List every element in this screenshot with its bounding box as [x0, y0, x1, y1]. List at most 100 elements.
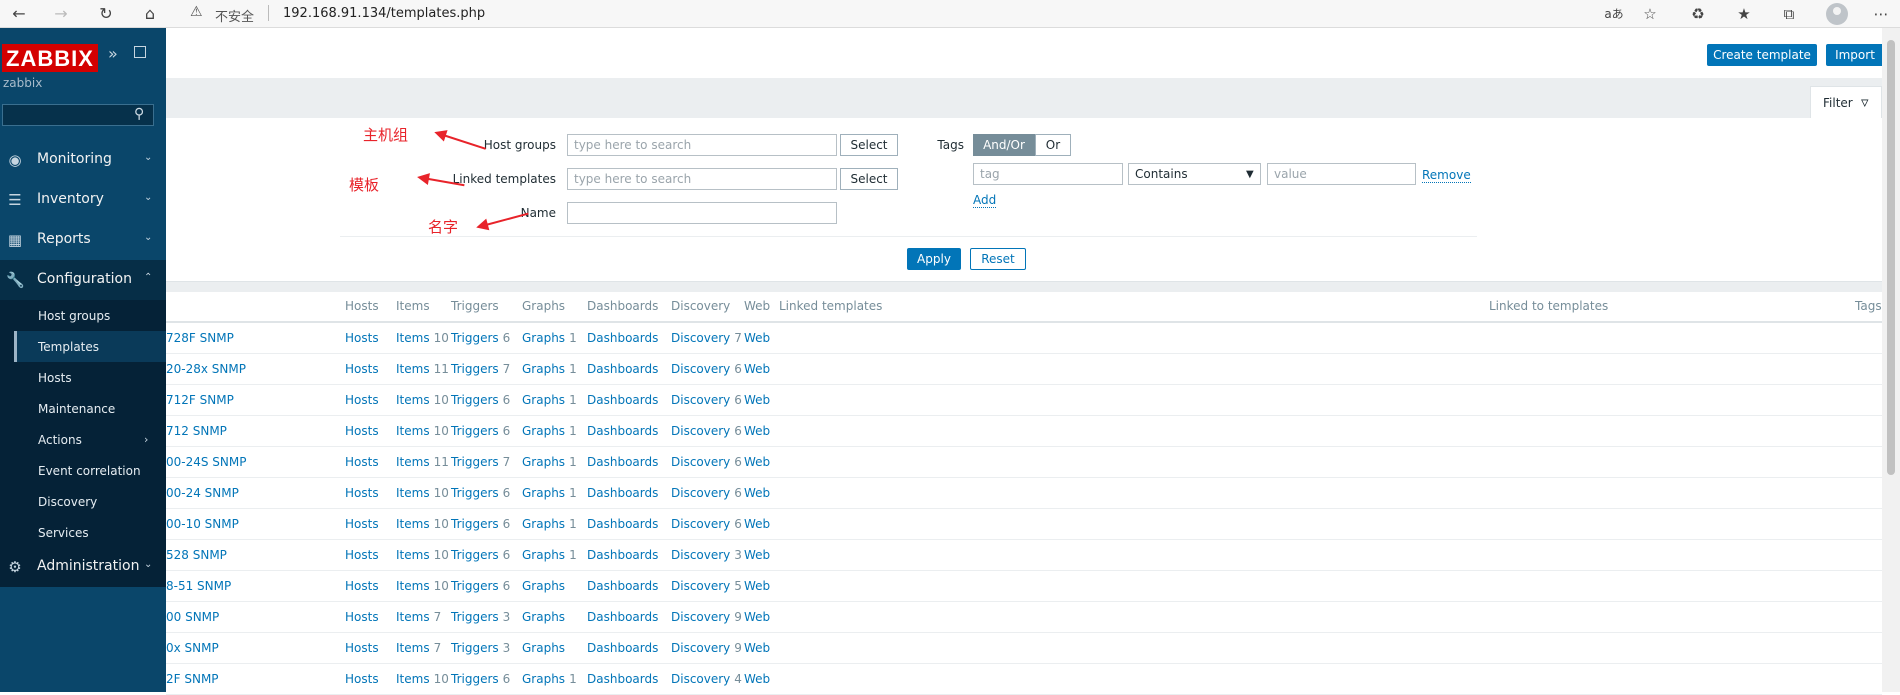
- cell-hosts-link[interactable]: Hosts: [345, 393, 379, 407]
- zabbix-logo[interactable]: ZABBIX: [2, 44, 98, 72]
- cell-triggers-link[interactable]: Triggers 6: [451, 393, 510, 407]
- cell-triggers-link[interactable]: Triggers 6: [451, 548, 510, 562]
- kiosk-mode-icon[interactable]: [134, 46, 146, 58]
- search-icon[interactable]: ⚲: [134, 106, 144, 122]
- submenu-services[interactable]: Services: [14, 517, 166, 548]
- menu-administration[interactable]: ⚙ Administration ⌄: [0, 547, 166, 587]
- back-icon[interactable]: ←: [8, 4, 30, 24]
- linked-templates-select-button[interactable]: Select: [840, 168, 898, 190]
- cell-items-link[interactable]: Items 10: [396, 517, 449, 531]
- cell-name-link[interactable]: 00-10 SNMP: [166, 517, 239, 531]
- cell-items-link[interactable]: Items 7: [396, 641, 441, 655]
- cell-name-link[interactable]: 712F SNMP: [166, 393, 234, 407]
- cell-hosts-link[interactable]: Hosts: [345, 641, 379, 655]
- cell-graphs-link[interactable]: Graphs 1: [522, 455, 577, 469]
- forward-icon[interactable]: →: [50, 4, 72, 24]
- cell-dashboards-link[interactable]: Dashboards: [587, 455, 658, 469]
- cell-web-link[interactable]: Web: [744, 393, 770, 407]
- scrollbar-thumb[interactable]: [1887, 40, 1895, 475]
- cell-triggers-link[interactable]: Triggers 3: [451, 610, 510, 624]
- cell-hosts-link[interactable]: Hosts: [345, 362, 379, 376]
- cell-hosts-link[interactable]: Hosts: [345, 548, 379, 562]
- cell-discovery-link[interactable]: Discovery 3: [671, 548, 742, 562]
- cell-triggers-link[interactable]: Triggers 3: [451, 641, 510, 655]
- cell-hosts-link[interactable]: Hosts: [345, 579, 379, 593]
- cell-web-link[interactable]: Web: [744, 362, 770, 376]
- cell-dashboards-link[interactable]: Dashboards: [587, 424, 658, 438]
- menu-monitoring[interactable]: ◉ Monitoring ⌄: [0, 140, 166, 180]
- import-button[interactable]: Import: [1826, 44, 1884, 66]
- cell-graphs-link[interactable]: Graphs: [522, 579, 569, 593]
- cell-graphs-link[interactable]: Graphs 1: [522, 486, 577, 500]
- cell-name-link[interactable]: 00-24 SNMP: [166, 486, 239, 500]
- cell-web-link[interactable]: Web: [744, 424, 770, 438]
- read-aloud-icon[interactable]: aあ: [1602, 3, 1626, 25]
- tag-name-input[interactable]: tag: [973, 163, 1123, 185]
- cell-hosts-link[interactable]: Hosts: [345, 672, 379, 686]
- cell-discovery-link[interactable]: Discovery 6: [671, 517, 742, 531]
- cell-web-link[interactable]: Web: [744, 610, 770, 624]
- cell-name-link[interactable]: 528 SNMP: [166, 548, 227, 562]
- create-template-button[interactable]: Create template: [1707, 44, 1817, 66]
- submenu-discovery[interactable]: Discovery: [14, 486, 166, 517]
- home-icon[interactable]: ⌂: [139, 4, 161, 24]
- submenu-actions[interactable]: Actions ›: [14, 424, 166, 455]
- collections-icon[interactable]: ⧉: [1777, 3, 1801, 25]
- cell-discovery-link[interactable]: Discovery 6: [671, 393, 742, 407]
- cell-discovery-link[interactable]: Discovery 6: [671, 455, 742, 469]
- cell-graphs-link[interactable]: Graphs 1: [522, 672, 577, 686]
- cell-discovery-link[interactable]: Discovery 5: [671, 579, 742, 593]
- cell-items-link[interactable]: Items 10: [396, 331, 449, 345]
- cell-triggers-link[interactable]: Triggers 6: [451, 331, 510, 345]
- cell-triggers-link[interactable]: Triggers 6: [451, 424, 510, 438]
- security-status[interactable]: 不安全: [215, 6, 254, 25]
- cell-triggers-link[interactable]: Triggers 6: [451, 486, 510, 500]
- cell-items-link[interactable]: Items 10: [396, 393, 449, 407]
- add-tag-link[interactable]: Add: [973, 193, 997, 208]
- favorite-add-icon[interactable]: ☆: [1638, 3, 1662, 25]
- cell-discovery-link[interactable]: Discovery 7: [671, 331, 742, 345]
- cell-triggers-link[interactable]: Triggers 6: [451, 517, 510, 531]
- name-input[interactable]: [567, 202, 837, 224]
- cell-dashboards-link[interactable]: Dashboards: [587, 610, 658, 624]
- cell-graphs-link[interactable]: Graphs 1: [522, 331, 577, 345]
- cell-discovery-link[interactable]: Discovery 4: [671, 672, 742, 686]
- cell-dashboards-link[interactable]: Dashboards: [587, 548, 658, 562]
- cell-hosts-link[interactable]: Hosts: [345, 517, 379, 531]
- reset-button[interactable]: Reset: [970, 248, 1026, 270]
- cell-items-link[interactable]: Items 10: [396, 548, 449, 562]
- cell-name-link[interactable]: 20-28x SNMP: [166, 362, 246, 376]
- cell-graphs-link[interactable]: Graphs: [522, 641, 569, 655]
- host-groups-select-button[interactable]: Select: [840, 134, 898, 156]
- address-bar-url[interactable]: 192.168.91.134/templates.php: [283, 6, 485, 21]
- cell-web-link[interactable]: Web: [744, 672, 770, 686]
- cell-hosts-link[interactable]: Hosts: [345, 486, 379, 500]
- remove-tag-link[interactable]: Remove: [1422, 168, 1471, 183]
- cell-web-link[interactable]: Web: [744, 517, 770, 531]
- cell-graphs-link[interactable]: Graphs 1: [522, 362, 577, 376]
- cell-discovery-link[interactable]: Discovery 9: [671, 610, 742, 624]
- cell-graphs-link[interactable]: Graphs 1: [522, 517, 577, 531]
- cell-name-link[interactable]: 00-24S SNMP: [166, 455, 246, 469]
- cell-hosts-link[interactable]: Hosts: [345, 455, 379, 469]
- cell-web-link[interactable]: Web: [744, 455, 770, 469]
- cell-dashboards-link[interactable]: Dashboards: [587, 486, 658, 500]
- menu-configuration[interactable]: 🔧 Configuration ⌃: [0, 260, 166, 300]
- linked-templates-input[interactable]: type here to search: [567, 168, 837, 190]
- cell-items-link[interactable]: Items 11: [396, 455, 449, 469]
- tags-or-toggle[interactable]: Or: [1035, 134, 1071, 156]
- cell-web-link[interactable]: Web: [744, 579, 770, 593]
- extensions-icon[interactable]: ♻: [1686, 3, 1710, 25]
- cell-items-link[interactable]: Items 11: [396, 362, 449, 376]
- cell-dashboards-link[interactable]: Dashboards: [587, 331, 658, 345]
- cell-dashboards-link[interactable]: Dashboards: [587, 517, 658, 531]
- cell-web-link[interactable]: Web: [744, 641, 770, 655]
- cell-items-link[interactable]: Items 10: [396, 579, 449, 593]
- cell-dashboards-link[interactable]: Dashboards: [587, 362, 658, 376]
- cell-triggers-link[interactable]: Triggers 6: [451, 579, 510, 593]
- submenu-host-groups[interactable]: Host groups: [14, 300, 166, 331]
- cell-dashboards-link[interactable]: Dashboards: [587, 579, 658, 593]
- apply-button[interactable]: Apply: [907, 248, 961, 270]
- cell-dashboards-link[interactable]: Dashboards: [587, 672, 658, 686]
- cell-hosts-link[interactable]: Hosts: [345, 424, 379, 438]
